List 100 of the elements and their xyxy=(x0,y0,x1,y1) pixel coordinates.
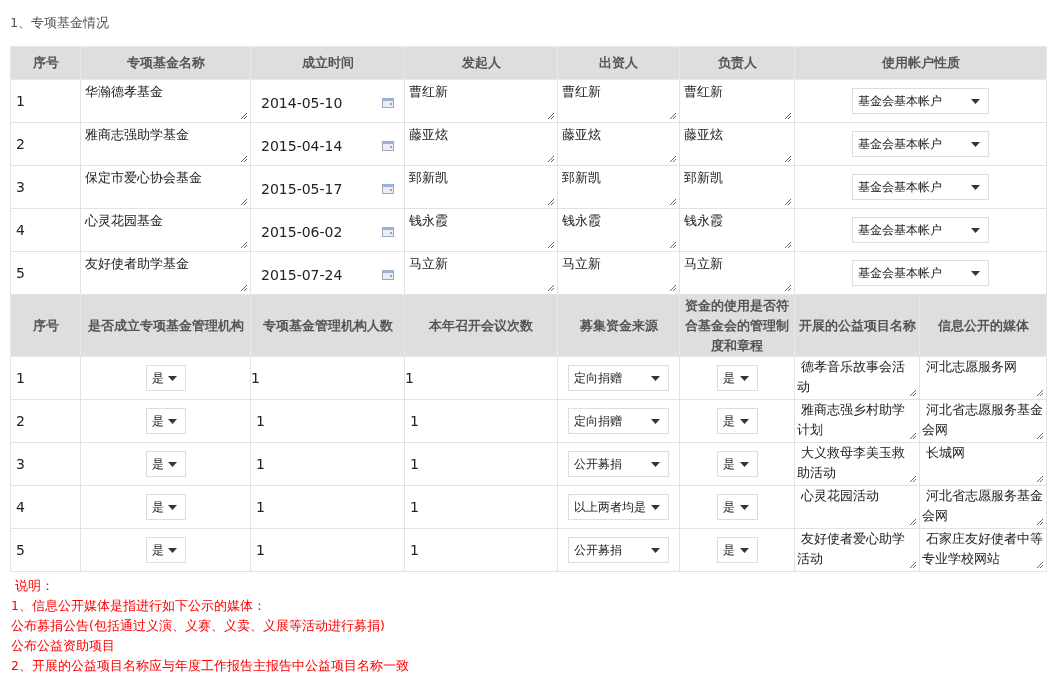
dropdown[interactable]: 是 xyxy=(145,408,186,434)
resize-grip-icon[interactable] xyxy=(240,112,248,120)
text-area[interactable]: 雅商志强乡村助学计划 xyxy=(795,400,919,442)
dropdown[interactable]: 是 xyxy=(145,537,186,563)
caret-icon xyxy=(739,418,749,424)
dropdown[interactable]: 是 xyxy=(716,537,758,563)
caret-icon xyxy=(651,547,660,553)
resize-grip-icon[interactable] xyxy=(669,198,677,206)
resize-grip-icon[interactable] xyxy=(784,112,792,120)
text-area[interactable]: 河北省志愿服务基金会网 xyxy=(920,486,1046,528)
text-area[interactable]: 心灵花园基金 xyxy=(81,209,250,251)
resize-grip-icon[interactable] xyxy=(1036,561,1044,569)
text-area[interactable]: 郅新凯 xyxy=(680,166,794,208)
resize-grip-icon[interactable] xyxy=(240,155,248,163)
text-area[interactable]: 马立新 xyxy=(405,252,557,294)
text-area[interactable]: 钱永霞 xyxy=(405,209,557,251)
text-area[interactable]: 马立新 xyxy=(680,252,794,294)
dropdown[interactable]: 是 xyxy=(716,451,758,477)
dropdown[interactable]: 定向捐赠 xyxy=(568,408,669,434)
resize-grip-icon[interactable] xyxy=(240,284,248,292)
dropdown[interactable]: 基金会基本帐户 xyxy=(852,131,989,157)
resize-grip-icon[interactable] xyxy=(784,198,792,206)
caret-icon xyxy=(971,184,980,190)
resize-grip-icon[interactable] xyxy=(240,241,248,249)
resize-grip-icon[interactable] xyxy=(1036,475,1044,483)
dropdown[interactable]: 是 xyxy=(716,494,758,520)
caret-icon xyxy=(167,375,177,381)
row-number: 1 xyxy=(15,370,25,386)
text-area[interactable]: 友好使者爱心助学活动 xyxy=(795,529,919,571)
text-area[interactable]: 曹红新 xyxy=(558,80,679,122)
text-area[interactable]: 郅新凯 xyxy=(558,166,679,208)
resize-grip-icon[interactable] xyxy=(1036,389,1044,397)
caret-icon xyxy=(167,461,177,467)
dropdown[interactable]: 基金会基本帐户 xyxy=(852,260,989,286)
text-area[interactable]: 曹红新 xyxy=(405,80,557,122)
resize-grip-icon[interactable] xyxy=(240,198,248,206)
text-area[interactable]: 河北省志愿服务基金会网 xyxy=(920,400,1046,442)
resize-grip-icon[interactable] xyxy=(909,561,917,569)
resize-grip-icon[interactable] xyxy=(1036,518,1044,526)
date-field[interactable]: 2015-07-24 xyxy=(251,252,404,294)
text-area[interactable]: 藤亚炫 xyxy=(680,123,794,165)
text-area[interactable]: 藤亚炫 xyxy=(558,123,679,165)
date-field[interactable]: 2015-06-02 xyxy=(251,209,404,251)
resize-grip-icon[interactable] xyxy=(547,198,555,206)
resize-grip-icon[interactable] xyxy=(909,432,917,440)
text-area[interactable]: 德孝音乐故事会活动 xyxy=(795,357,919,399)
caret-icon xyxy=(167,418,177,424)
resize-grip-icon[interactable] xyxy=(669,112,677,120)
dropdown[interactable]: 是 xyxy=(716,408,758,434)
column-header: 专项基金管理机构人数 xyxy=(250,294,405,357)
resize-grip-icon[interactable] xyxy=(909,389,917,397)
dropdown[interactable]: 是 xyxy=(716,365,758,391)
dropdown[interactable]: 公开募捐 xyxy=(568,537,669,563)
note-text: 说明： xyxy=(13,577,55,595)
dropdown[interactable]: 是 xyxy=(145,365,186,391)
column-header: 开展的公益项目名称 xyxy=(794,294,920,357)
resize-grip-icon[interactable] xyxy=(669,284,677,292)
text-area[interactable]: 河北志愿服务网 xyxy=(920,357,1046,399)
text-area[interactable]: 曹红新 xyxy=(680,80,794,122)
date-field[interactable]: 2014-05-10 xyxy=(251,80,404,122)
resize-grip-icon[interactable] xyxy=(547,155,555,163)
text-area[interactable]: 保定市爱心协会基金 xyxy=(81,166,250,208)
text-area[interactable]: 雅商志强助学基金 xyxy=(81,123,250,165)
resize-grip-icon[interactable] xyxy=(909,475,917,483)
dropdown[interactable]: 基金会基本帐户 xyxy=(852,174,989,200)
column-header: 序号 xyxy=(10,294,81,357)
dropdown[interactable]: 基金会基本帐户 xyxy=(852,217,989,243)
resize-grip-icon[interactable] xyxy=(784,155,792,163)
resize-grip-icon[interactable] xyxy=(547,284,555,292)
dropdown[interactable]: 是 xyxy=(145,494,186,520)
text-area[interactable]: 长城网 xyxy=(920,443,1046,485)
text-area[interactable]: 大义救母李美玉救助活动 xyxy=(795,443,919,485)
resize-grip-icon[interactable] xyxy=(784,241,792,249)
resize-grip-icon[interactable] xyxy=(547,112,555,120)
text-area[interactable]: 心灵花园活动 xyxy=(795,486,919,528)
resize-grip-icon[interactable] xyxy=(784,284,792,292)
row-number: 3 xyxy=(15,179,25,195)
text-area[interactable]: 郅新凯 xyxy=(405,166,557,208)
date-field[interactable]: 2015-05-17 xyxy=(251,166,404,208)
text-area[interactable]: 石家庄友好使者中等专业学校网站 xyxy=(920,529,1046,571)
date-field[interactable]: 2015-04-14 xyxy=(251,123,404,165)
caret-icon xyxy=(739,375,749,381)
dropdown[interactable]: 是 xyxy=(145,451,186,477)
resize-grip-icon[interactable] xyxy=(669,155,677,163)
dropdown[interactable]: 基金会基本帐户 xyxy=(852,88,989,114)
text-area[interactable]: 友好使者助学基金 xyxy=(81,252,250,294)
caret-icon xyxy=(739,504,749,510)
text-area[interactable]: 钱永霞 xyxy=(558,209,679,251)
column-header: 发起人 xyxy=(404,46,558,80)
resize-grip-icon[interactable] xyxy=(909,518,917,526)
text-area[interactable]: 藤亚炫 xyxy=(405,123,557,165)
dropdown[interactable]: 公开募捐 xyxy=(568,451,669,477)
resize-grip-icon[interactable] xyxy=(669,241,677,249)
dropdown[interactable]: 以上两者均是 xyxy=(568,494,669,520)
resize-grip-icon[interactable] xyxy=(547,241,555,249)
resize-grip-icon[interactable] xyxy=(1036,432,1044,440)
text-area[interactable]: 马立新 xyxy=(558,252,679,294)
dropdown[interactable]: 定向捐赠 xyxy=(568,365,669,391)
text-area[interactable]: 钱永霞 xyxy=(680,209,794,251)
text-area[interactable]: 华瀚德孝基金 xyxy=(81,80,250,122)
